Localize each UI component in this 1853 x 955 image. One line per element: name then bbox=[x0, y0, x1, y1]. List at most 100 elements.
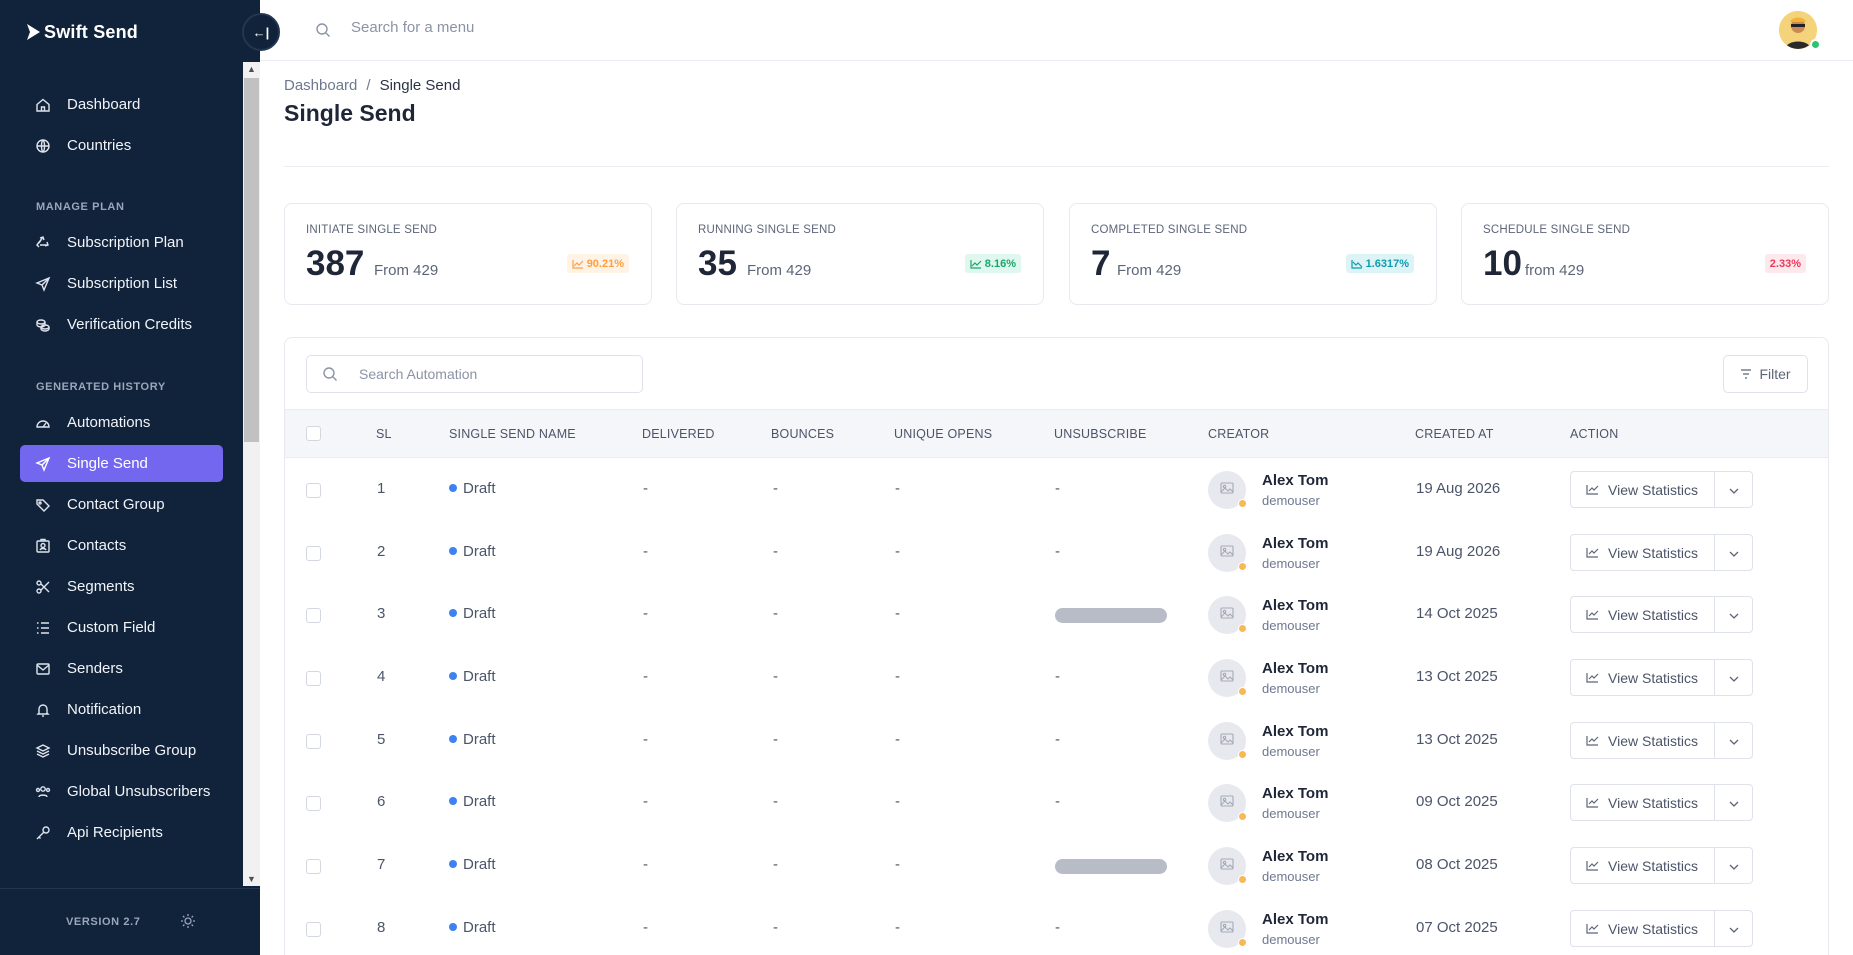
actions-dropdown-button[interactable] bbox=[1715, 911, 1752, 946]
sidebar-item-contact-group[interactable]: Contact Group bbox=[20, 486, 223, 523]
sidebar-item-dashboard[interactable]: Dashboard bbox=[20, 86, 223, 123]
chart-icon bbox=[1586, 670, 1608, 686]
created-at-cell: 08 Oct 2025 bbox=[1416, 856, 1498, 873]
row-checkbox[interactable] bbox=[306, 922, 321, 937]
stat-from: From 429 bbox=[374, 262, 439, 279]
sidebar-collapse-button[interactable]: ←| bbox=[242, 13, 280, 51]
unique-opens-cell: - bbox=[895, 793, 900, 810]
single-send-name[interactable]: Draft bbox=[449, 919, 496, 936]
app-logo[interactable]: Swift Send bbox=[26, 16, 138, 48]
sidebar-item-countries[interactable]: Countries bbox=[20, 127, 223, 164]
single-send-name[interactable]: Draft bbox=[449, 480, 496, 497]
creator-name: Alex Tom bbox=[1262, 785, 1329, 802]
row-checkbox[interactable] bbox=[306, 483, 321, 498]
image-placeholder-icon bbox=[1220, 606, 1234, 624]
row-checkbox[interactable] bbox=[306, 546, 321, 561]
chart-icon bbox=[1586, 795, 1608, 811]
stat-badge-value: 1.6317% bbox=[1365, 257, 1409, 270]
col-created-at[interactable]: CREATED AT bbox=[1415, 427, 1494, 441]
sidebar-item-global-unsubscribers[interactable]: Global Unsubscribers bbox=[20, 773, 223, 810]
sidebar-item-unsubscribe-group[interactable]: Unsubscribe Group bbox=[20, 732, 223, 769]
single-send-name[interactable]: Draft bbox=[449, 731, 496, 748]
view-statistics-button[interactable]: View Statistics bbox=[1571, 472, 1715, 507]
actions-dropdown-button[interactable] bbox=[1715, 535, 1752, 570]
view-statistics-button[interactable]: View Statistics bbox=[1571, 660, 1715, 695]
actions-dropdown-button[interactable] bbox=[1715, 723, 1752, 758]
trend-up-icon bbox=[970, 259, 982, 269]
view-statistics-label: View Statistics bbox=[1608, 544, 1698, 561]
col-unsubscribe[interactable]: UNSUBSCRIBE bbox=[1054, 427, 1147, 441]
sidebar-item-label: Global Unsubscribers bbox=[67, 783, 211, 800]
row-checkbox[interactable] bbox=[306, 859, 321, 874]
view-statistics-button[interactable]: View Statistics bbox=[1571, 911, 1715, 946]
single-send-name-label: Draft bbox=[463, 856, 496, 873]
breadcrumb-link-dashboard[interactable]: Dashboard bbox=[284, 77, 357, 94]
sidebar-item-subscription-plan[interactable]: Subscription Plan bbox=[20, 224, 223, 261]
actions-dropdown-button[interactable] bbox=[1715, 472, 1752, 507]
sidebar-item-verification-credits[interactable]: Verification Credits bbox=[20, 306, 223, 343]
actions-dropdown-button[interactable] bbox=[1715, 597, 1752, 632]
sidebar-item-custom-field[interactable]: Custom Field bbox=[20, 609, 223, 646]
automation-search[interactable] bbox=[306, 355, 643, 393]
sidebar-item-senders[interactable]: Senders bbox=[20, 650, 223, 687]
stat-card-running: RUNNING SINGLE SEND 35 From 429 8.16% bbox=[676, 203, 1044, 305]
key-icon bbox=[34, 824, 52, 842]
col-unique-opens[interactable]: UNIQUE OPENS bbox=[894, 427, 992, 441]
col-bounces[interactable]: BOUNCES bbox=[771, 427, 834, 441]
single-send-name[interactable]: Draft bbox=[449, 543, 496, 560]
view-statistics-button[interactable]: View Statistics bbox=[1571, 723, 1715, 758]
sidebar-item-subscription-list[interactable]: Subscription List bbox=[20, 265, 223, 302]
view-statistics-button[interactable]: View Statistics bbox=[1571, 535, 1715, 570]
stat-badge-value: 2.33% bbox=[1769, 257, 1801, 270]
scroll-down-icon[interactable]: ▼ bbox=[243, 872, 260, 886]
sidebar-item-contacts[interactable]: Contacts bbox=[20, 527, 223, 564]
bounces-cell: - bbox=[773, 731, 778, 748]
sidebar-item-label: Notification bbox=[67, 701, 142, 718]
scrollbar-thumb[interactable] bbox=[244, 78, 259, 442]
select-all-checkbox[interactable] bbox=[306, 426, 321, 441]
sidebar-item-notification[interactable]: Notification bbox=[20, 691, 223, 728]
sidebar-item-single-send[interactable]: Single Send bbox=[20, 445, 223, 482]
sun-icon[interactable] bbox=[180, 913, 198, 931]
sidebar-item-label: Subscription List bbox=[67, 275, 178, 292]
row-checkbox[interactable] bbox=[306, 608, 321, 623]
scroll-up-icon[interactable]: ▲ bbox=[243, 62, 260, 76]
created-at-cell: 09 Oct 2025 bbox=[1416, 793, 1498, 810]
col-creator[interactable]: CREATOR bbox=[1208, 427, 1269, 441]
stat-card-schedule: SCHEDULE SINGLE SEND 10 from 429 2.33% bbox=[1461, 203, 1829, 305]
status-dot bbox=[449, 484, 457, 492]
sidebar-item-api-recipients[interactable]: Api Recipients bbox=[20, 814, 223, 851]
creator-avatar bbox=[1208, 534, 1247, 572]
sidebar-scrollbar[interactable]: ▲ ▼ bbox=[243, 62, 260, 886]
sidebar-item-label: Contacts bbox=[67, 537, 127, 554]
row-checkbox[interactable] bbox=[306, 796, 321, 811]
delivered-cell: - bbox=[643, 793, 648, 810]
single-send-name[interactable]: Draft bbox=[449, 793, 496, 810]
col-sl[interactable]: SL bbox=[376, 427, 392, 441]
bounces-cell: - bbox=[773, 793, 778, 810]
view-statistics-button[interactable]: View Statistics bbox=[1571, 785, 1715, 820]
view-statistics-button[interactable]: View Statistics bbox=[1571, 848, 1715, 883]
actions-dropdown-button[interactable] bbox=[1715, 848, 1752, 883]
filter-button[interactable]: Filter bbox=[1723, 355, 1808, 393]
stat-badge-value: 8.16% bbox=[984, 257, 1016, 270]
image-placeholder-icon bbox=[1220, 857, 1234, 875]
actions-dropdown-button[interactable] bbox=[1715, 785, 1752, 820]
actions-dropdown-button[interactable] bbox=[1715, 660, 1752, 695]
table-row: 5 Draft - - - - Alex Tom demouser 13 Oct… bbox=[285, 710, 1828, 773]
table-header: SL SINGLE SEND NAME DELIVERED BOUNCES UN… bbox=[285, 409, 1828, 458]
sidebar-item-automations[interactable]: Automations bbox=[20, 404, 223, 441]
row-checkbox[interactable] bbox=[306, 671, 321, 686]
creator-avatar bbox=[1208, 659, 1247, 697]
col-name[interactable]: SINGLE SEND NAME bbox=[449, 427, 576, 441]
menu-search-input[interactable] bbox=[351, 19, 751, 36]
single-send-name[interactable]: Draft bbox=[449, 856, 496, 873]
col-delivered[interactable]: DELIVERED bbox=[642, 427, 715, 441]
view-statistics-button[interactable]: View Statistics bbox=[1571, 597, 1715, 632]
single-send-name[interactable]: Draft bbox=[449, 668, 496, 685]
single-send-name[interactable]: Draft bbox=[449, 605, 496, 622]
automation-search-input[interactable] bbox=[359, 366, 629, 382]
sidebar-item-segments[interactable]: Segments bbox=[20, 568, 223, 605]
row-checkbox[interactable] bbox=[306, 734, 321, 749]
breadcrumb: Dashboard / Single Send bbox=[284, 77, 460, 94]
